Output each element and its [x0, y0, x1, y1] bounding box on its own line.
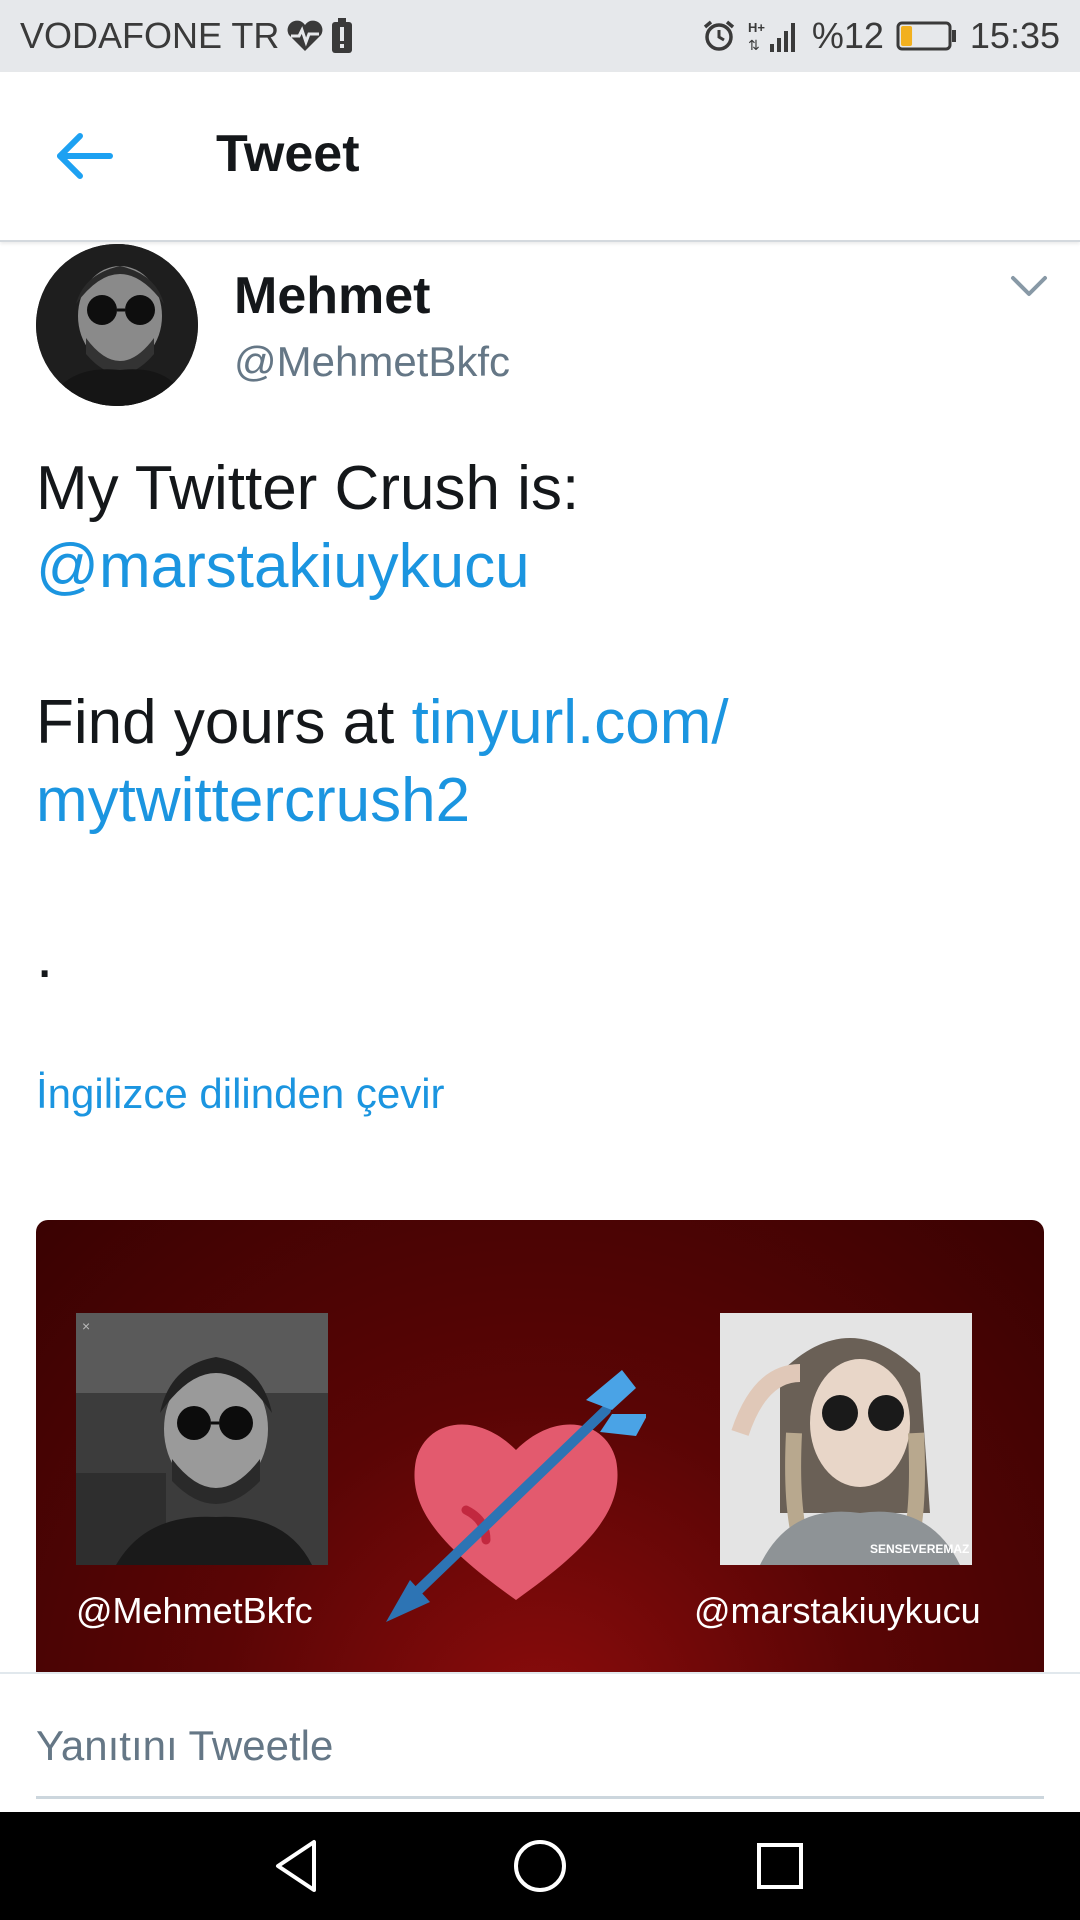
app-header: Tweet — [0, 72, 1080, 242]
tweet-dot: . — [36, 922, 54, 991]
reply-input[interactable]: Yanıtını Tweetle — [36, 1722, 333, 1770]
home-circle-icon — [514, 1840, 566, 1892]
battery-icon — [896, 21, 958, 51]
recents-square-icon — [757, 1843, 803, 1889]
tweet-options-button[interactable] — [1010, 274, 1048, 298]
translate-link[interactable]: İngilizce dilinden çevir — [36, 1070, 445, 1118]
tweet-text-prefix: Find yours at — [36, 688, 412, 757]
tweet-body: My Twitter Crush is: @marstakiuykucu Fin… — [36, 450, 1036, 996]
svg-text:⇅: ⇅ — [748, 37, 760, 53]
author-handle[interactable]: @MehmetBkfc — [234, 338, 510, 386]
carrier-label: VODAFONE TR — [20, 15, 280, 56]
nav-back-button[interactable] — [270, 1836, 330, 1896]
heart-pulse-icon — [285, 19, 325, 53]
arrow-left-icon — [57, 133, 113, 179]
author-display-name[interactable]: Mehmet — [234, 266, 430, 326]
reply-bar: Yanıtını Tweetle — [0, 1672, 1080, 1814]
watermark-text: SENSEVEREMAZ — [870, 1542, 969, 1556]
status-bar: VODAFONE TR H+ ⇅ %12 15:35 — [0, 0, 1080, 72]
battery-alert-icon — [331, 18, 353, 54]
card-right-handle: @marstakiuykucu — [694, 1590, 981, 1631]
heart-arrow-icon — [386, 1370, 648, 1630]
card-left-handle: @MehmetBkfc — [76, 1590, 313, 1631]
clock-time: 15:35 — [969, 15, 1060, 56]
tweet-media-card[interactable]: × SENSEVEREMAZ @MehmetBkfc @marstakiuyku… — [36, 1220, 1044, 1680]
alarm-icon — [702, 19, 736, 53]
url-link-part2[interactable]: mytwittercrush2 — [36, 762, 1036, 840]
back-triangle-icon — [276, 1840, 316, 1892]
chevron-down-icon — [1011, 276, 1047, 296]
tweet-text-line: My Twitter Crush is: — [36, 454, 580, 523]
reply-underline — [36, 1796, 1044, 1799]
signal-icon: H+ ⇅ — [748, 18, 800, 54]
author-avatar[interactable] — [36, 244, 198, 406]
back-button[interactable] — [52, 128, 122, 184]
svg-text:×: × — [82, 1318, 90, 1334]
battery-percent: %12 — [811, 15, 884, 56]
mention-link[interactable]: @marstakiuykucu — [36, 528, 1036, 606]
page-title: Tweet — [216, 125, 360, 183]
url-link-part1[interactable]: tinyurl.com/ — [412, 688, 729, 757]
svg-text:H+: H+ — [748, 20, 765, 35]
crush-photo: SENSEVEREMAZ — [720, 1313, 972, 1565]
nav-recents-button[interactable] — [750, 1836, 810, 1896]
author-photo: × — [76, 1313, 328, 1565]
system-nav-bar — [0, 1812, 1080, 1920]
nav-home-button[interactable] — [510, 1836, 570, 1896]
